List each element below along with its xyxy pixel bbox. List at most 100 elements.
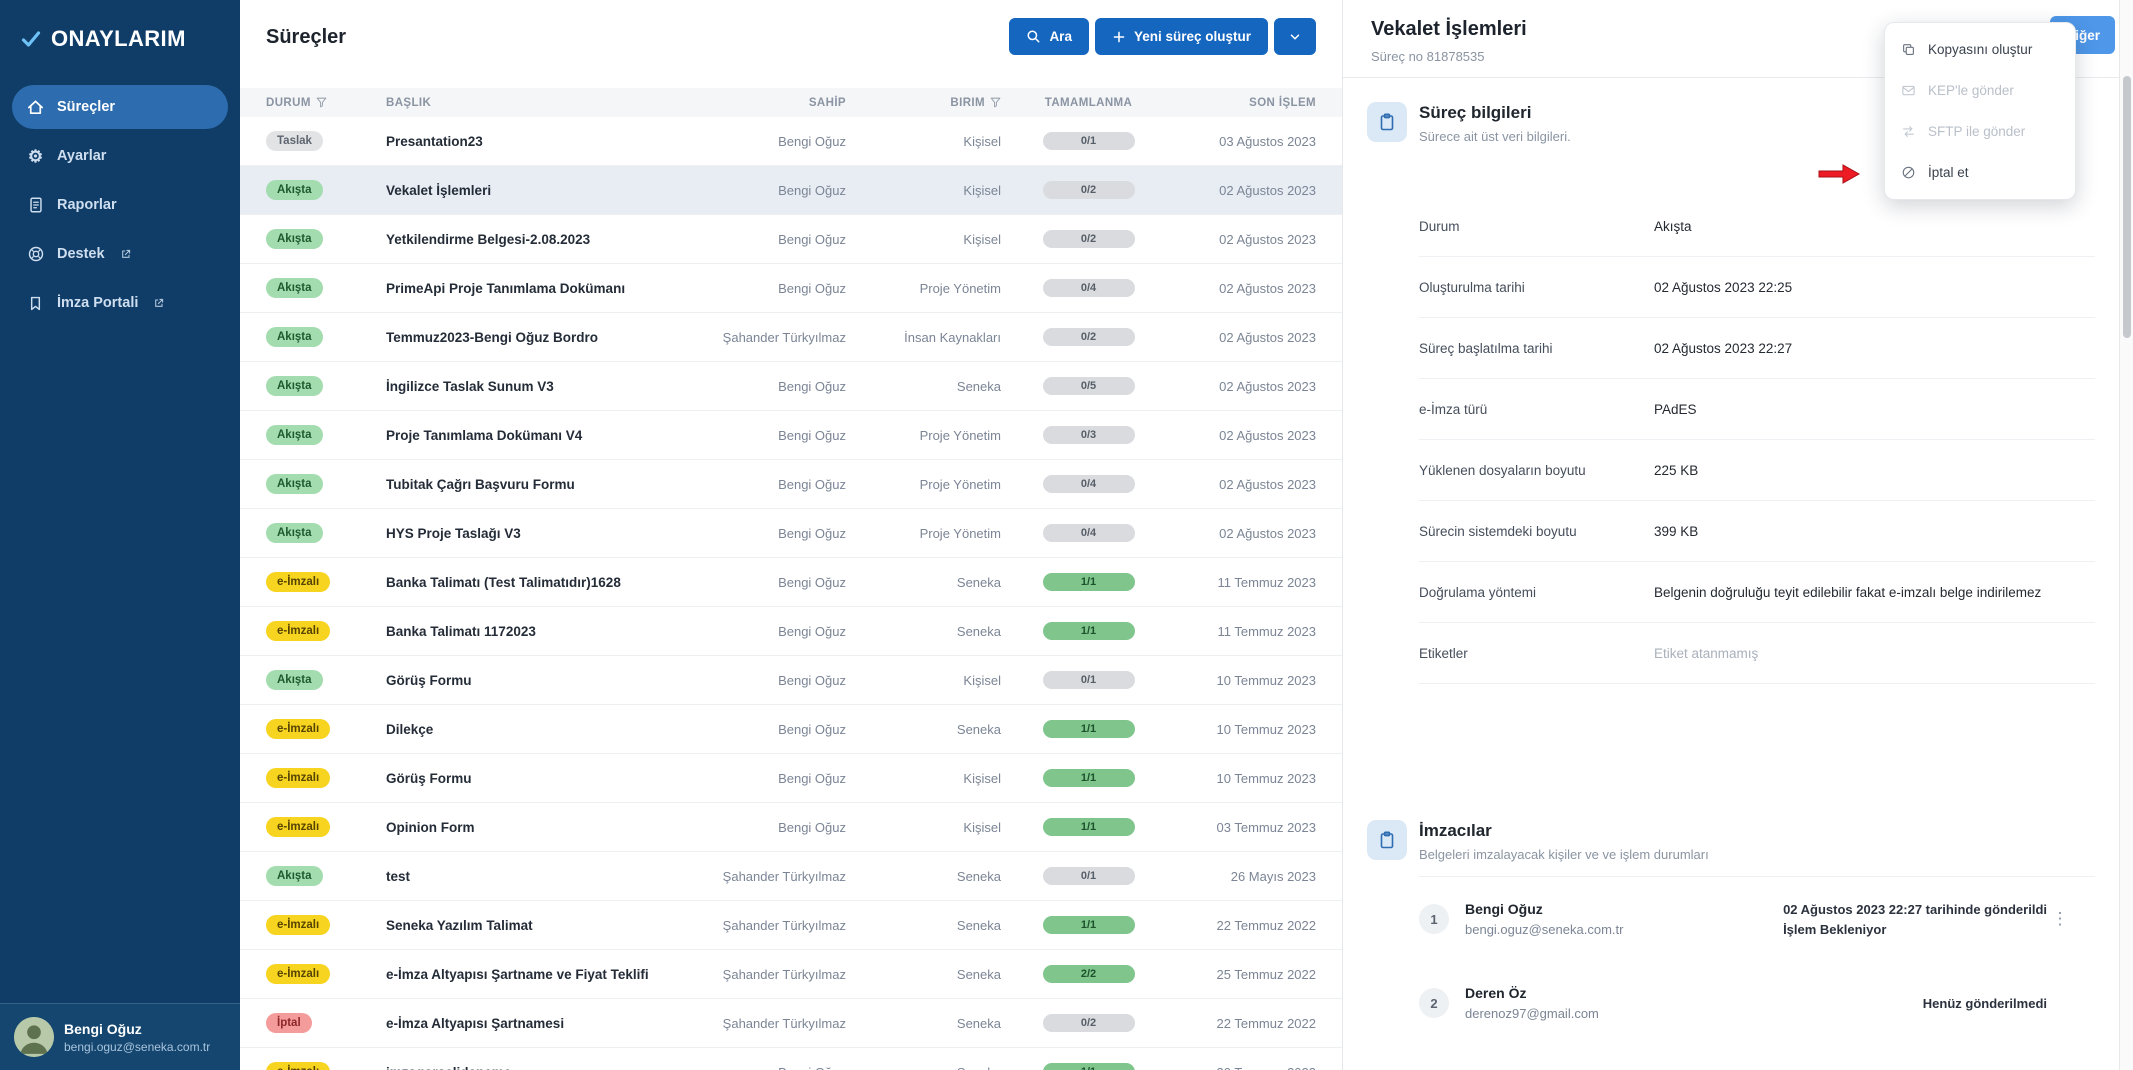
process-owner: Bengi Oğuz [778, 721, 846, 737]
table-row[interactable]: e-İmzalı imzagorselideneme Bengi Oğuz Se… [240, 1048, 1342, 1070]
process-owner: Bengi Oğuz [778, 770, 846, 786]
menu-item-copy[interactable]: Kopyasını oluştur [1885, 29, 2075, 70]
status-badge: Akışta [266, 278, 323, 298]
process-title: Görüş Formu [386, 672, 472, 688]
signer-status: Henüz gönderilmedi [1923, 996, 2047, 1011]
scrollbar-thumb[interactable] [2123, 76, 2131, 338]
info-field-row: Sürecin sistemdeki boyutu 399 KB [1419, 501, 2095, 562]
last-action-date: 02 Ağustos 2023 [1219, 525, 1316, 541]
status-cell: Akışta [266, 425, 386, 445]
progress-cell: 0/4 [1001, 279, 1176, 297]
table-row[interactable]: e-İmzalı e-İmza Altyapısı Şartname ve Fi… [240, 950, 1342, 999]
status-badge: Taslak [266, 131, 323, 151]
field-label: e-İmza türü [1419, 401, 1488, 417]
process-unit: Kişisel [963, 231, 1001, 247]
field-value: 02 Ağustos 2023 22:25 [1654, 279, 1793, 295]
column-label: TAMAMLANMA [1044, 96, 1133, 109]
new-process-dropdown-button[interactable] [1274, 18, 1316, 55]
section-subtitle: Sürece ait üst veri bilgileri. [1419, 129, 1571, 144]
status-cell: Akışta [266, 670, 386, 690]
table-row[interactable]: e-İmzalı Banka Talimatı 1172023 Bengi Oğ… [240, 607, 1342, 656]
table-row[interactable]: e-İmzalı Opinion Form Bengi Oğuz Kişisel… [240, 803, 1342, 852]
section-head-text: İmzacılar Belgeleri imzalayacak kişiler … [1419, 820, 1709, 862]
table-row[interactable]: e-İmzalı Dilekçe Bengi Oğuz Seneka 1/1 1… [240, 705, 1342, 754]
progress-cell: 0/1 [1001, 132, 1176, 150]
last-action-date: 22 Temmuz 2022 [1216, 1015, 1317, 1031]
progress-cell: 0/2 [1001, 1014, 1176, 1032]
status-badge: Akışta [266, 474, 323, 494]
process-title: Temmuz2023-Bengi Oğuz Bordro [386, 329, 599, 345]
process-unit: Seneka [956, 721, 1001, 737]
process-owner: Bengi Oğuz [778, 623, 846, 639]
sidebar-item-imza-portali[interactable]: İmza Portali [12, 281, 228, 325]
section-subtitle: Belgeleri imzalayacak kişiler ve ve işle… [1419, 847, 1709, 862]
table-row[interactable]: e-İmzalı Seneka Yazılım Talimat Şahander… [240, 901, 1342, 950]
header-actions: Ara Yeni süreç oluştur [1009, 18, 1316, 55]
process-owner: Bengi Oğuz [778, 672, 846, 688]
signer-menu-button[interactable]: ⋮ [2043, 902, 2077, 936]
table-row[interactable]: Akışta Görüş Formu Bengi Oğuz Kişisel 0/… [240, 656, 1342, 705]
section-title: İmzacılar [1419, 821, 1492, 840]
new-process-button[interactable]: Yeni süreç oluştur [1094, 18, 1268, 55]
progress-cell: 1/1 [1001, 573, 1176, 591]
progress-cell: 1/1 [1001, 1063, 1176, 1070]
info-field-row: e-İmza türü PAdES [1419, 379, 2095, 440]
field-value: Belgenin doğruluğu teyit edilebilir faka… [1654, 584, 2042, 600]
column-label: SAHİP [808, 96, 846, 109]
status-badge: e-İmzalı [266, 719, 331, 739]
menu-item-cancel[interactable]: İptal et [1885, 152, 2075, 193]
sidebar-item-ayarlar[interactable]: ⚙ Ayarlar [12, 134, 228, 178]
status-badge: Akışta [266, 327, 323, 347]
table-row[interactable]: Akışta Vekalet İşlemleri Bengi Oğuz Kişi… [240, 166, 1342, 215]
progress-cell: 1/1 [1001, 720, 1176, 738]
status-badge: Akışta [266, 866, 323, 886]
table-row[interactable]: e-İmzalı Görüş Formu Bengi Oğuz Kişisel … [240, 754, 1342, 803]
chevron-down-icon [1288, 30, 1302, 44]
column-header-durum: DURUM [266, 97, 386, 109]
sidebar: ONAYLARIM Süreçler ⚙ Ayarlar Raporlar De… [0, 0, 240, 1070]
info-field-row: Süreç başlatılma tarihi 02 Ağustos 2023 … [1419, 318, 2095, 379]
last-action-date: 02 Ağustos 2023 [1219, 378, 1316, 394]
status-badge: Akışta [266, 229, 323, 249]
progress-pill: 2/2 [1042, 965, 1135, 983]
table-row[interactable]: Akışta PrimeApi Proje Tanımlama Dokümanı… [240, 264, 1342, 313]
sidebar-item-surecler[interactable]: Süreçler [12, 85, 228, 129]
table-row[interactable]: Akışta test Şahander Türkyılmaz Seneka 0… [240, 852, 1342, 901]
last-action-date: 26 Mayıs 2023 [1230, 868, 1316, 884]
table-row[interactable]: Akışta Temmuz2023-Bengi Oğuz Bordro Şaha… [240, 313, 1342, 362]
filter-icon[interactable] [990, 97, 1001, 108]
annotation-arrow [1818, 164, 1860, 184]
process-title: Seneka Yazılım Talimat [386, 917, 533, 933]
process-title: İngilizce Taslak Sunum V3 [386, 378, 554, 394]
process-title: Opinion Form [386, 819, 475, 835]
status-cell: e-İmzalı [266, 817, 386, 837]
sidebar-item-raporlar[interactable]: Raporlar [12, 183, 228, 227]
table-row[interactable]: Akışta İngilizce Taslak Sunum V3 Bengi O… [240, 362, 1342, 411]
signer-identity: Deren Öz derenoz97@gmail.com [1465, 985, 1599, 1021]
external-link-icon [153, 297, 165, 309]
status-cell: Akışta [266, 474, 386, 494]
progress-cell: 1/1 [1001, 622, 1176, 640]
table-row[interactable]: Taslak Presantation23 Bengi Oğuz Kişisel… [240, 117, 1342, 166]
table-row[interactable]: Akışta Proje Tanımlama Dokümanı V4 Bengi… [240, 411, 1342, 460]
table-body: Taslak Presantation23 Bengi Oğuz Kişisel… [240, 117, 1342, 1070]
table-row[interactable]: Akışta HYS Proje Taslağı V3 Bengi Oğuz P… [240, 509, 1342, 558]
process-owner: Bengi Oğuz [778, 182, 846, 198]
user-profile[interactable]: Bengi Oğuz bengi.oguz@seneka.com.tr [0, 1003, 240, 1070]
clipboard-icon [1367, 102, 1407, 142]
info-fields: Durum Akışta Oluşturulma tarihi 02 Ağust… [1419, 196, 2095, 684]
mail-icon [1901, 83, 1916, 98]
filter-icon[interactable] [316, 97, 327, 108]
status-cell: e-İmzalı [266, 572, 386, 592]
table-row[interactable]: Akışta Tubitak Çağrı Başvuru Formu Bengi… [240, 460, 1342, 509]
process-owner: Şahander Türkyılmaz [722, 1015, 846, 1031]
search-button[interactable]: Ara [1009, 18, 1089, 55]
field-value: 02 Ağustos 2023 22:27 [1654, 340, 1793, 356]
sidebar-item-destek[interactable]: Destek [12, 232, 228, 276]
process-title: Banka Talimatı 1172023 [386, 623, 536, 639]
table-row[interactable]: İptal e-İmza Altyapısı Şartnamesi Şahand… [240, 999, 1342, 1048]
table-row[interactable]: Akışta Yetkilendirme Belgesi-2.08.2023 B… [240, 215, 1342, 264]
scrollbar-track[interactable] [2119, 0, 2133, 1070]
table-row[interactable]: e-İmzalı Banka Talimatı (Test Talimatıdı… [240, 558, 1342, 607]
process-unit: Seneka [846, 1065, 1001, 1070]
